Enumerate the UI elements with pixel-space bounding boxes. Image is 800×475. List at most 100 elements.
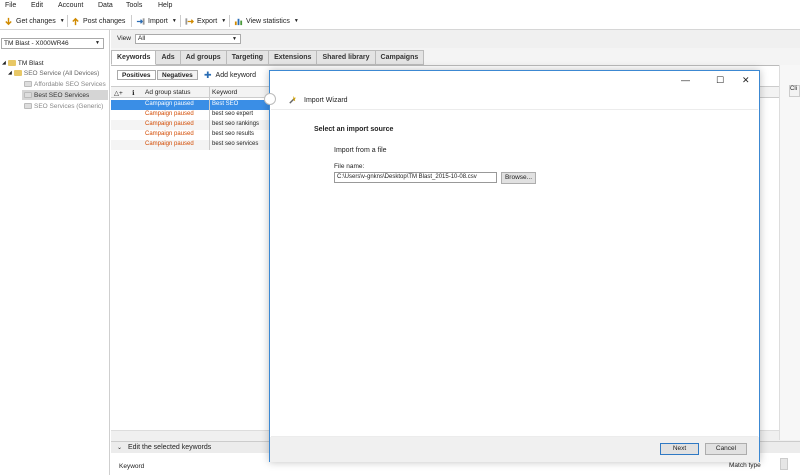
tree-item-adgroup-selected[interactable]: Best SEO Services [22, 90, 108, 100]
post-changes-button[interactable]: Post changes [71, 15, 125, 27]
collapse-triangle-icon: ◢ [2, 60, 6, 66]
tab-campaigns[interactable]: Campaigns [375, 50, 425, 65]
view-select[interactable]: All ▼ [135, 34, 241, 44]
tab-ad-groups[interactable]: Ad groups [180, 50, 227, 65]
vertical-scrollbar[interactable] [779, 65, 800, 440]
collapse-triangle-icon: ◢ [8, 70, 12, 76]
tree-item-label: Affordable SEO Services [34, 80, 106, 88]
add-keyword-button[interactable]: ✚ Add keyword [204, 70, 256, 81]
menu-data[interactable]: Data [98, 2, 113, 9]
import-source-option[interactable]: Import from a file [334, 147, 387, 154]
edit-panel-body: Keyword Match type [111, 460, 800, 475]
export-button[interactable]: Export ▼ [185, 15, 226, 27]
row-status: Campaign paused [145, 131, 194, 137]
chevron-down-icon: ▼ [221, 18, 227, 24]
chevron-down-icon: ▼ [232, 36, 237, 42]
tree-item-adgroup[interactable]: Affordable SEO Services [24, 79, 106, 89]
column-header-ad-group-status[interactable]: Ad group status [145, 89, 191, 96]
view-select-value: All [138, 35, 146, 42]
tab-shared-library[interactable]: Shared library [317, 50, 376, 65]
menu-account[interactable]: Account [58, 2, 83, 9]
column-header-partial: Cli [789, 85, 800, 97]
dialog-title-bar: — ☐ ✕ [270, 71, 759, 91]
wizard-wand-icon [289, 95, 297, 104]
cancel-button[interactable]: Cancel [705, 443, 747, 455]
row-status: Campaign paused [145, 111, 194, 117]
dialog-header: Import Wizard [264, 91, 759, 109]
menu-help[interactable]: Help [158, 2, 172, 9]
close-icon[interactable]: ✕ [742, 75, 750, 86]
tree-item-label: Best SEO Services [34, 91, 90, 99]
row-keyword: best seo rankings [212, 121, 260, 127]
tree-item-campaign[interactable]: ◢ SEO Service (All Devices) [8, 68, 99, 78]
download-arrow-icon [5, 17, 12, 25]
browse-button[interactable]: Browse... [501, 172, 536, 184]
import-button[interactable]: Import ▼ [136, 15, 177, 27]
plus-icon: ✚ [204, 70, 212, 80]
row-status: Campaign paused [145, 101, 194, 107]
view-statistics-button[interactable]: View statistics ▼ [234, 15, 299, 27]
next-button[interactable]: Next [660, 443, 699, 455]
account-select-value: TM Blast - X000WR46 [4, 40, 69, 47]
menu-edit[interactable]: Edit [31, 2, 43, 9]
chevron-down-icon: ▼ [293, 18, 299, 24]
import-label: Import [148, 17, 168, 25]
chevron-down-icon: ⌄ [117, 445, 123, 451]
menu-bar: File Edit Account Data Tools Help [0, 0, 800, 12]
column-header-keyword[interactable]: Keyword [212, 89, 237, 96]
edit-keyword-label: Keyword [119, 463, 145, 470]
add-keyword-label: Add keyword [215, 72, 257, 79]
column-divider [209, 86, 210, 150]
subtab-positives[interactable]: Positives [117, 70, 156, 80]
match-type-label: Match type [729, 462, 761, 469]
view-statistics-label: View statistics [246, 17, 290, 25]
sort-icon[interactable]: △+ [114, 89, 123, 97]
tree-item-label: SEO Services (Generic) [34, 102, 104, 110]
row-keyword: best seo expert [212, 111, 254, 117]
back-icon[interactable] [264, 93, 276, 105]
table-row[interactable]: Campaign paused best seo expert [111, 110, 271, 120]
tree-item-adgroup[interactable]: SEO Services (Generic) [24, 101, 103, 111]
row-keyword: Best SEO [212, 101, 239, 107]
tab-ads[interactable]: Ads [156, 50, 181, 65]
adgroup-icon [24, 81, 32, 87]
table-row[interactable]: Campaign paused best seo results [111, 130, 271, 140]
maximize-icon[interactable]: ☐ [716, 75, 724, 86]
menu-tools[interactable]: Tools [126, 2, 142, 9]
adgroup-icon [24, 92, 32, 98]
tab-targeting[interactable]: Targeting [226, 50, 270, 65]
row-keyword: best seo results [212, 131, 255, 137]
table-row[interactable]: Campaign paused best seo rankings [111, 120, 271, 130]
tree-item-account[interactable]: ◢ TM Blast [2, 58, 44, 68]
file-name-label: File name: [334, 163, 365, 170]
adgroup-icon [24, 103, 32, 109]
table-row[interactable]: Campaign paused best seo services [111, 140, 271, 150]
get-changes-button[interactable]: Get changes ▼ [4, 15, 65, 27]
tab-extensions[interactable]: Extensions [269, 50, 318, 65]
file-name-input[interactable]: C:\Users\v-gnkns\Desktop\TM Blast_2015-1… [334, 172, 497, 183]
table-row[interactable]: Campaign paused Best SEO [111, 100, 271, 110]
export-label: Export [197, 17, 218, 25]
info-icon: ℹ [132, 90, 135, 97]
toolbar-divider [180, 15, 181, 27]
row-status: Campaign paused [145, 141, 194, 147]
account-select[interactable]: TM Blast - X000WR46 ▼ [1, 38, 104, 49]
menu-file[interactable]: File [5, 2, 16, 9]
edit-panel-title: Edit the selected keywords [128, 444, 212, 451]
get-changes-label: Get changes [16, 17, 56, 25]
dialog-footer: Next Cancel [270, 437, 759, 462]
folder-icon [13, 70, 22, 76]
subtab-negatives[interactable]: Negatives [157, 70, 198, 80]
toolbar-divider [131, 15, 132, 27]
resize-handle[interactable] [780, 458, 788, 470]
view-label: View [117, 35, 131, 42]
dialog-title: Import Wizard [304, 97, 348, 104]
chevron-down-icon: ▼ [59, 18, 65, 24]
tab-keywords[interactable]: Keywords [111, 50, 157, 65]
dialog-content: Select an import source Import from a fi… [271, 109, 758, 437]
toolbar-divider [229, 15, 230, 27]
view-filter-row: View All ▼ [111, 30, 800, 48]
import-wizard-dialog: — ☐ ✕ Import Wizard Select an import sou… [264, 70, 760, 462]
row-status: Campaign paused [145, 121, 194, 127]
minimize-icon[interactable]: — [681, 75, 690, 85]
